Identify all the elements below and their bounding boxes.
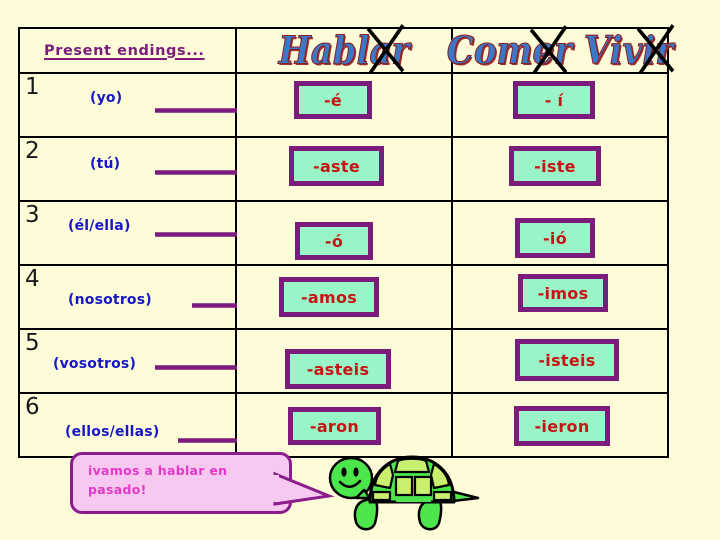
ending-chip-erir-1: - í: [513, 81, 595, 119]
ending-chip-erir-2: -iste: [509, 146, 601, 186]
ar-ending-cell-2: -aste: [235, 136, 453, 202]
ar-ending-cell-4: -amos: [235, 264, 453, 330]
row-number-5: 5: [25, 330, 40, 356]
comer-ending: er: [532, 28, 573, 73]
ending-chip-erir-6: -ieron: [514, 406, 610, 446]
present-endings-label: Present endings...: [44, 42, 205, 59]
er-ir-ending-cell-2: -iste: [451, 136, 669, 202]
ending-chip-ar-6: -aron: [288, 407, 381, 445]
header-cell-ar-verbs: Hablar: [235, 23, 453, 75]
ar-ending-cell-5: -asteis: [235, 328, 453, 394]
row-number-3: 3: [25, 202, 40, 228]
vivir-stem: Viv: [583, 28, 643, 73]
pronoun-cell-6: 6 (ellos/ellas): [18, 392, 290, 458]
header-cell-pronouns: Present endings...: [18, 27, 237, 74]
pronoun-cell-4: 4 (nosotros): [18, 264, 290, 330]
er-ir-ending-cell-6: -ieron: [451, 392, 669, 458]
row-number-6: 6: [25, 394, 40, 420]
ar-ending-cell-3: -ó: [235, 200, 453, 266]
table-row: 1 (yo) -é - í: [18, 72, 669, 138]
speech-bubble-text: ivamos a hablar en pasado!: [88, 463, 228, 497]
ending-chip-erir-4: -imos: [518, 274, 608, 312]
pronoun-cell-3: 3 (él/ella): [18, 200, 320, 266]
speech-bubble-tail: [269, 471, 335, 508]
table-row: 4 (nosotros) -amos -imos: [18, 264, 669, 330]
table-row: 6 (ellos/ellas) -aron -ieron: [18, 392, 669, 458]
conjugation-table: Present endings... Hablar Comer Vivir 1 …: [18, 23, 675, 458]
ending-chip-ar-4: -amos: [279, 277, 379, 317]
ar-ending-cell-6: -aron: [235, 392, 453, 458]
turtle-illustration: [326, 452, 486, 536]
pronoun-label-5: (vosotros): [53, 356, 137, 372]
vivir-ending-group: ir: [637, 23, 675, 75]
hablar-stem: Habl: [278, 28, 370, 73]
er-ir-ending-cell-4: -imos: [451, 264, 669, 330]
pronoun-label-6: (ellos/ellas): [65, 424, 160, 440]
wordart-hablar-text: Hablar: [278, 23, 410, 75]
pronoun-label-2: (tú): [90, 156, 121, 172]
er-ir-ending-cell-5: -isteis: [451, 328, 669, 394]
wordart-comer-vivir-text: Comer Vivir: [446, 23, 675, 76]
ending-chip-erir-5: -isteis: [515, 339, 619, 381]
pronoun-label-3: (él/ella): [68, 218, 131, 234]
er-ir-ending-cell-1: - í: [451, 72, 669, 138]
ending-chip-ar-1: -é: [294, 81, 372, 119]
header-cell-er-ir-verbs: Comer Vivir: [446, 23, 675, 76]
slide-canvas: Present endings... Hablar Comer Vivir 1 …: [0, 0, 720, 540]
ending-chip-ar-3: -ó: [295, 222, 373, 260]
pronoun-label-1: (yo): [90, 90, 123, 106]
comer-stem: Com: [446, 28, 533, 73]
hablar-ending-group: ar: [367, 23, 410, 75]
row-number-2: 2: [25, 138, 40, 164]
wordart-comer-vivir: Comer Vivir: [446, 23, 675, 76]
speech-bubble: ivamos a hablar en pasado!: [70, 452, 335, 514]
comer-ending-group: er: [529, 24, 573, 76]
table-header-row: Present endings... Hablar Comer Vivir: [18, 23, 675, 76]
pronoun-label-4: (nosotros): [68, 292, 152, 308]
table-row: 5 (vosotros) -asteis -isteis: [18, 328, 669, 394]
pronoun-cell-1: 1 (yo): [18, 72, 290, 138]
er-ir-ending-cell-3: -ió: [451, 200, 669, 266]
ending-chip-ar-5: -asteis: [285, 349, 391, 389]
hablar-ending: ar: [369, 28, 410, 73]
ending-chip-ar-2: -aste: [289, 146, 384, 186]
vivir-ending: ir: [642, 28, 674, 73]
pronoun-cell-5: 5 (vosotros): [18, 328, 320, 394]
ar-ending-cell-1: -é: [235, 72, 453, 138]
row-number-4: 4: [25, 266, 40, 292]
row-number-1: 1: [25, 74, 40, 100]
table-row: 2 (tú) -aste -iste: [18, 136, 669, 202]
wordart-hablar: Hablar: [237, 23, 451, 75]
pronoun-cell-2: 2 (tú): [18, 136, 290, 202]
ending-chip-erir-3: -ió: [515, 218, 595, 258]
table-row: 3 (él/ella) -ó -ió: [18, 200, 669, 266]
